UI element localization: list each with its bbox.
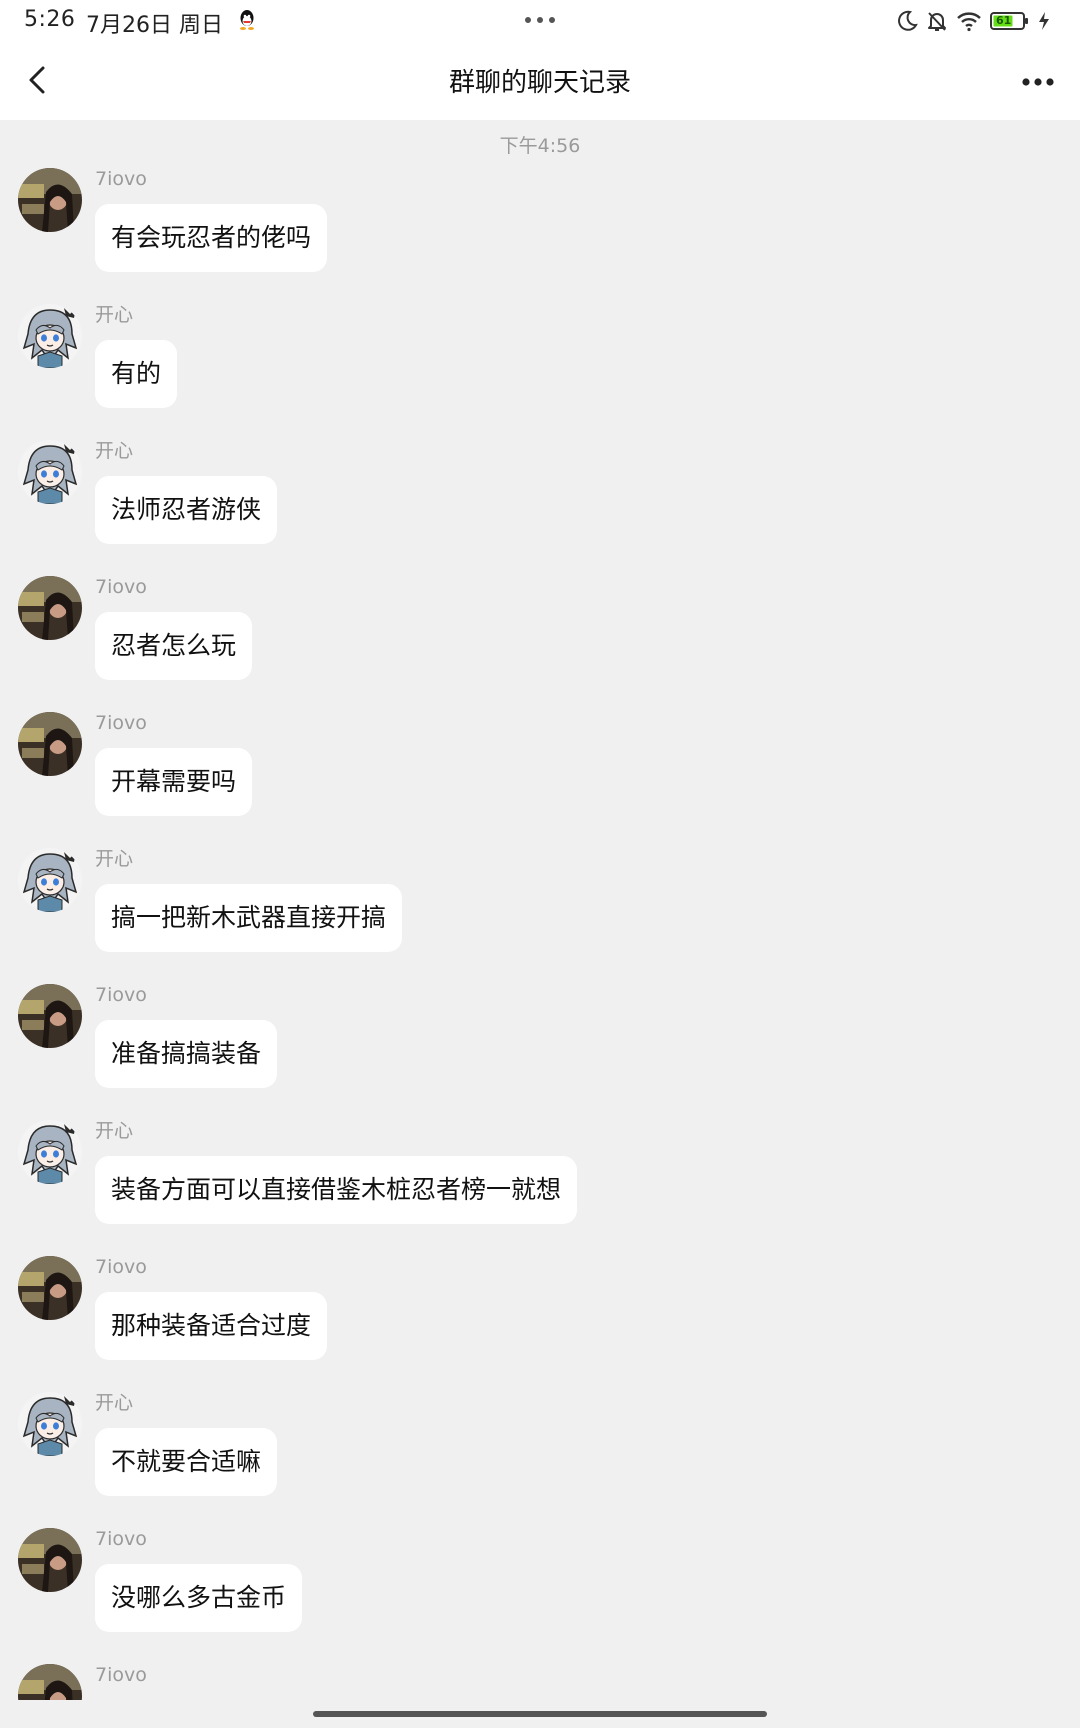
chat-message: 7iovo 准备搞搞装备 (0, 974, 1080, 1110)
message-bubble[interactable]: 有的 (95, 340, 178, 408)
title-bar: 群聊的聊天记录 (0, 42, 1080, 120)
status-icons: 61 (896, 8, 1050, 34)
message-bubble[interactable]: 准备搞搞装备 (95, 1020, 278, 1088)
battery-icon: 61 (990, 12, 1030, 30)
avatar[interactable] (18, 576, 82, 640)
avatar[interactable] (18, 1528, 82, 1592)
sender-name: 开心 (95, 304, 134, 326)
status-date: 7月26日 周日 (86, 13, 223, 38)
message-bubble[interactable]: 有会玩忍者的佬吗 (95, 204, 328, 272)
sender-name: 7iovo (95, 1664, 147, 1686)
avatar[interactable] (18, 1256, 82, 1320)
chat-message: 7iovo 没哪么多古金币 (0, 1518, 1080, 1654)
chat-message: 7iovo (0, 1654, 1080, 1700)
sender-name: 开心 (95, 1392, 134, 1414)
message-bubble[interactable]: 开幕需要吗 (95, 748, 253, 816)
sender-name: 7iovo (95, 984, 147, 1006)
message-bubble[interactable]: 搞一把新木武器直接开搞 (95, 884, 403, 952)
avatar[interactable] (18, 1392, 82, 1456)
sender-name: 开心 (95, 440, 134, 462)
avatar[interactable] (18, 712, 82, 776)
avatar[interactable] (18, 984, 82, 1048)
message-bubble[interactable]: 那种装备适合过度 (95, 1292, 328, 1360)
chat-message: 7iovo 那种装备适合过度 (0, 1246, 1080, 1382)
avatar[interactable] (18, 304, 82, 368)
message-bubble[interactable]: 忍者怎么玩 (95, 612, 253, 680)
sender-name: 7iovo (95, 168, 147, 190)
bell-off-icon (928, 12, 946, 31)
sender-name: 7iovo (95, 1256, 147, 1278)
chat-message: 7iovo 忍者怎么玩 (0, 566, 1080, 702)
battery-level: 61 (996, 14, 1012, 27)
avatar[interactable] (18, 168, 82, 232)
chat-message: 开心搞一把新木武器直接开搞 (0, 838, 1080, 974)
chat-message: 7iovo 有会玩忍者的佬吗 (0, 158, 1080, 294)
sender-name: 7iovo (95, 712, 147, 734)
chat-message: 开心 不就要合适嘛 (0, 1382, 1080, 1518)
home-indicator[interactable] (313, 1711, 767, 1717)
avatar[interactable] (18, 1664, 82, 1700)
page-title: 群聊的聊天记录 (448, 68, 631, 98)
time-divider: 下午4:56 (499, 135, 581, 157)
message-list: 7iovo 有会玩忍者的佬吗 开心 有的 开心 法师忍者游侠 7iovo 忍者怎么玩 (0, 158, 1080, 1700)
message-bubble[interactable]: 没哪么多古金币 (95, 1564, 303, 1632)
avatar[interactable] (18, 848, 82, 912)
status-time: 5:26 (24, 7, 76, 32)
moon-icon (898, 10, 918, 31)
chat-message: 开心装备方面可以直接借鉴木桩忍者榜一就想 (0, 1110, 1080, 1246)
more-options-button[interactable] (1016, 62, 1060, 102)
status-bar: 5:26 7月26日 周日 61 (0, 0, 1080, 42)
chat-message: 7iovo 开幕需要吗 (0, 702, 1080, 838)
message-bubble[interactable]: 装备方面可以直接借鉴木桩忍者榜一就想 (95, 1156, 578, 1224)
sender-name: 开心 (95, 1120, 134, 1142)
avatar[interactable] (18, 440, 82, 504)
message-bubble[interactable]: 法师忍者游侠 (95, 476, 278, 544)
avatar[interactable] (18, 1120, 82, 1184)
sender-name: 7iovo (95, 1528, 147, 1550)
charging-icon (1039, 12, 1049, 30)
qq-icon (240, 10, 254, 30)
more-dots-icon (525, 17, 555, 23)
wifi-icon (957, 12, 981, 32)
chat-message: 开心 法师忍者游侠 (0, 430, 1080, 566)
sender-name: 开心 (95, 848, 134, 870)
chat-message: 开心 有的 (0, 294, 1080, 430)
message-bubble[interactable]: 不就要合适嘛 (95, 1428, 278, 1496)
chat-history[interactable]: 下午4:56 7iovo 有会玩忍者的佬吗 开心 有的 开心 法师忍者游侠 7i… (0, 120, 1080, 1700)
sender-name: 7iovo (95, 576, 147, 598)
